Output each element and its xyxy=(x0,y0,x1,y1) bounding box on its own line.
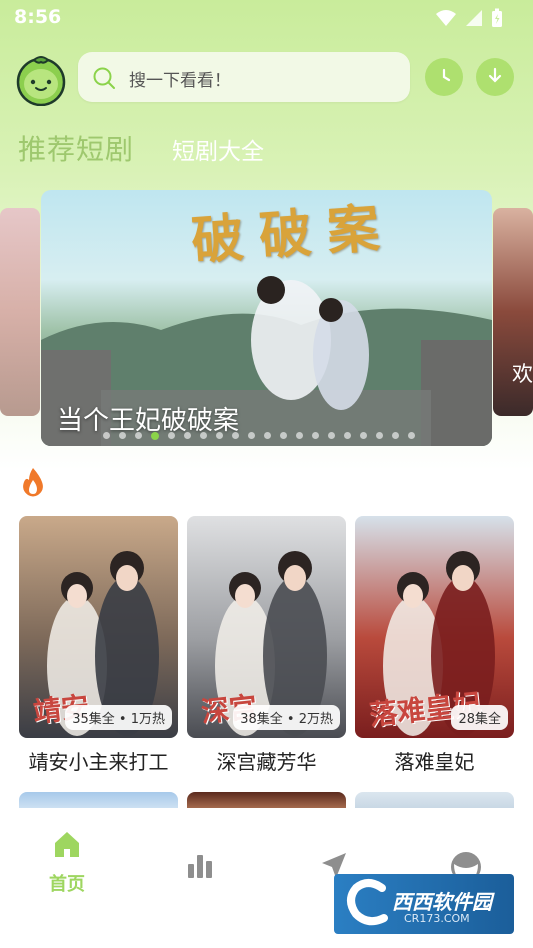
carousel-dot[interactable] xyxy=(168,432,175,439)
carousel-next-title: 欢 xyxy=(512,362,533,386)
banner-carousel[interactable]: 欢 破破案 当个王妃破破案 xyxy=(0,186,533,448)
bar-chart-icon xyxy=(188,855,212,878)
search-icon xyxy=(93,67,115,89)
history-button[interactable] xyxy=(425,58,463,96)
tab-ranking[interactable] xyxy=(160,828,240,886)
fire-icon xyxy=(23,468,43,497)
carousel-dot[interactable] xyxy=(264,432,271,439)
drama-title[interactable]: 靖安小主来打工 xyxy=(19,746,178,775)
banner-card[interactable]: 破破案 当个王妃破破案 xyxy=(41,190,492,446)
carousel-dot[interactable] xyxy=(280,432,287,439)
clock-icon xyxy=(442,68,451,82)
signal-icon xyxy=(466,10,482,26)
search-box[interactable]: 搜一下看看！ xyxy=(78,52,410,102)
drama-poster[interactable]: 落难皇妃 28集全 xyxy=(355,516,514,738)
episode-badge: 28集全 xyxy=(451,705,508,730)
carousel-dot[interactable] xyxy=(200,432,207,439)
carousel-indicator xyxy=(103,431,415,440)
carousel-next-card[interactable]: 欢 xyxy=(493,208,533,416)
carousel-dot[interactable] xyxy=(216,432,223,439)
home-icon xyxy=(55,832,79,857)
app-logo-icon[interactable] xyxy=(14,52,68,106)
drama-card[interactable]: 靖安 35集全 • 1万热靖安小主来打工 xyxy=(19,516,178,775)
download-icon xyxy=(488,67,502,83)
status-time: 8:56 xyxy=(14,6,62,28)
tab-home-label: 首页 xyxy=(49,874,85,895)
drama-card[interactable]: 深宫 38集全 • 2万热深宫藏芳华 xyxy=(187,516,346,775)
carousel-dot[interactable] xyxy=(328,432,335,439)
download-button[interactable] xyxy=(476,58,514,96)
carousel-dot[interactable] xyxy=(376,432,383,439)
carousel-dot[interactable] xyxy=(151,431,159,440)
status-icons xyxy=(435,8,503,28)
carousel-dot[interactable] xyxy=(103,432,110,439)
carousel-dot[interactable] xyxy=(344,432,351,439)
top-tabs: 推荐短剧 短剧大全 xyxy=(0,126,533,170)
episode-badge: 38集全 • 2万热 xyxy=(233,705,340,730)
watermark-c-icon xyxy=(347,879,388,926)
episode-badge: 35集全 • 1万热 xyxy=(65,705,172,730)
carousel-dot[interactable] xyxy=(408,432,415,439)
watermark-text: 西西软件园 xyxy=(392,890,492,914)
battery-icon xyxy=(492,8,502,27)
carousel-dot[interactable] xyxy=(135,432,142,439)
drama-title[interactable]: 深宫藏芳华 xyxy=(187,746,346,775)
carousel-dot[interactable] xyxy=(184,432,191,439)
tab-home[interactable]: 首页 xyxy=(27,828,107,896)
wifi-icon xyxy=(436,10,456,26)
carousel-dot[interactable] xyxy=(296,432,303,439)
drama-poster[interactable]: 靖安 35集全 • 1万热 xyxy=(19,516,178,738)
banner-art-text: 破破案 xyxy=(189,196,398,273)
carousel-prev-card[interactable] xyxy=(0,208,40,416)
carousel-dot[interactable] xyxy=(232,432,239,439)
carousel-dot[interactable] xyxy=(312,432,319,439)
drama-card[interactable]: 落难皇妃 28集全落难皇妃 xyxy=(355,516,514,775)
carousel-dot[interactable] xyxy=(360,432,367,439)
drama-poster[interactable]: 深宫 38集全 • 2万热 xyxy=(187,516,346,738)
carousel-dot[interactable] xyxy=(248,432,255,439)
carousel-dot[interactable] xyxy=(392,432,399,439)
header: 搜一下看看！ xyxy=(0,50,533,106)
drama-title[interactable]: 落难皇妃 xyxy=(355,746,514,775)
tab-recommended[interactable]: 推荐短剧 xyxy=(18,128,134,168)
search-placeholder: 搜一下看看！ xyxy=(129,71,231,91)
carousel-dot[interactable] xyxy=(119,432,126,439)
status-bar: 8:56 xyxy=(0,0,533,36)
watermark-subtext: CR173.COM xyxy=(404,912,470,925)
tab-all-dramas[interactable]: 短剧大全 xyxy=(172,132,264,166)
watermark-logo: 西西软件园 CR173.COM xyxy=(334,874,514,934)
